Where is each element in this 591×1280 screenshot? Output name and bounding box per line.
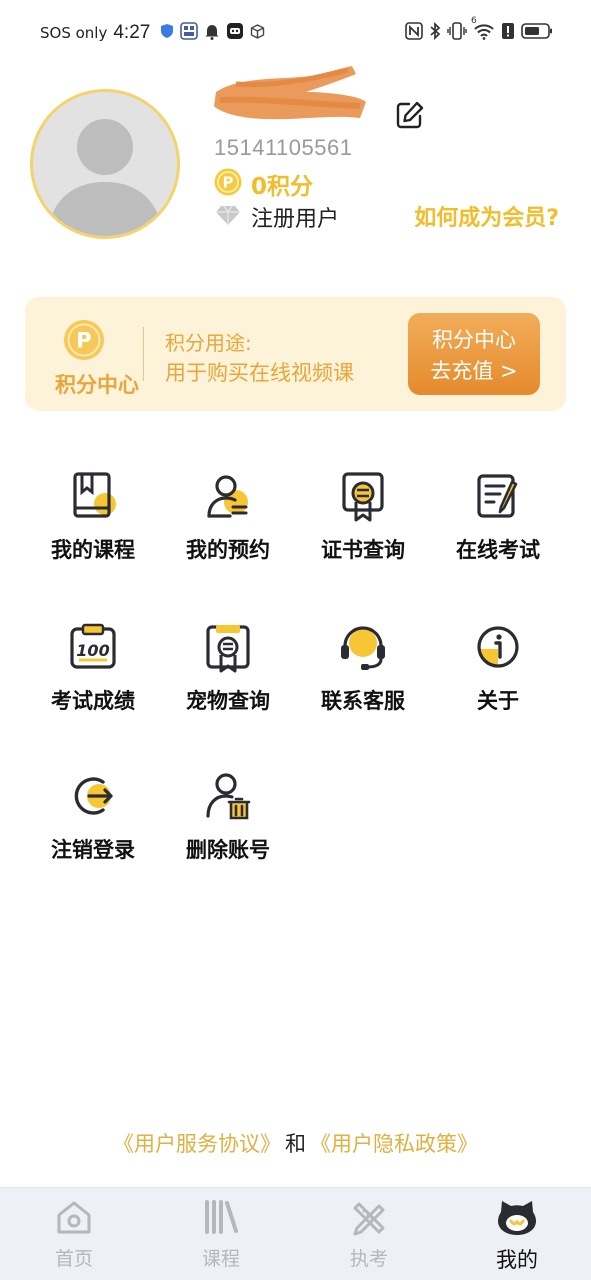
diamond-icon <box>215 204 241 230</box>
coin-icon: P <box>213 167 243 201</box>
menu-my-courses[interactable]: 我的课程 <box>28 470 158 590</box>
recharge-button-line1: 积分中心 <box>432 328 516 352</box>
menu-label: 考试成绩 <box>51 689 135 713</box>
points-center-icon[interactable]: P <box>62 318 106 366</box>
headset-icon <box>335 621 391 677</box>
books-icon <box>205 1200 238 1234</box>
wifi-badge: 6 <box>471 16 477 26</box>
box-icon <box>250 23 265 43</box>
card-divider <box>143 327 144 381</box>
menu-label: 宠物查询 <box>186 689 270 713</box>
nav-label: 我的 <box>496 1248 538 1272</box>
how-to-become-member-link[interactable]: 如何成为会员? <box>414 200 559 232</box>
bell-icon <box>204 23 220 44</box>
menu-label: 联系客服 <box>321 689 405 713</box>
app-icon <box>180 22 199 44</box>
battery-icon <box>521 22 553 44</box>
nav-label: 执考 <box>349 1248 388 1270</box>
menu-about[interactable]: 关于 <box>433 621 563 741</box>
member-level: 注册用户 <box>251 207 340 232</box>
course-book-icon <box>65 470 121 526</box>
agreement-links: 《用户服务协议》和《用户隐私政策》 <box>0 1128 591 1158</box>
points-row[interactable]: P 0积分 <box>213 167 313 201</box>
privacy-policy-link[interactable]: 《用户隐私政策》 <box>310 1132 478 1156</box>
menu-pet-search[interactable]: 宠物查询 <box>163 621 293 741</box>
logout-icon <box>65 770 121 826</box>
menu-my-appointments[interactable]: 我的预约 <box>163 470 293 590</box>
menu-certificate-search[interactable]: 证书查询 <box>298 470 428 590</box>
bottom-nav: 首页 课程 执考 我的 <box>0 1187 591 1280</box>
carrier-text: SOS only <box>40 24 108 42</box>
phone-number: 15141105561 <box>214 135 353 160</box>
menu-label: 证书查询 <box>321 538 405 562</box>
points-letter: P <box>76 329 91 353</box>
bluetooth-icon <box>429 21 441 44</box>
alert-icon <box>501 22 515 44</box>
nav-label: 课程 <box>201 1248 240 1270</box>
menu-label: 删除账号 <box>186 838 270 862</box>
menu-contact-support[interactable]: 联系客服 <box>298 621 428 741</box>
points-value: 0积分 <box>251 174 314 200</box>
online-exam-icon <box>470 470 526 526</box>
user-service-agreement-link[interactable]: 《用户服务协议》 <box>113 1132 281 1156</box>
agreement-and: 和 <box>285 1132 306 1156</box>
nfc-icon <box>405 22 423 44</box>
nav-courses[interactable]: 课程 <box>171 1198 271 1278</box>
menu-logout[interactable]: 注销登录 <box>28 770 158 890</box>
points-center-label[interactable]: 积分中心 <box>38 369 156 399</box>
nav-label: 首页 <box>54 1248 93 1270</box>
vibrate-icon <box>447 22 467 44</box>
menu-label: 我的课程 <box>51 538 135 562</box>
menu-exam-scores[interactable]: 100 考试成绩 <box>28 621 158 741</box>
info-icon <box>470 621 526 677</box>
cat-face-icon <box>498 1201 536 1235</box>
nav-mine[interactable]: 我的 <box>467 1198 567 1278</box>
menu-label: 关于 <box>477 689 519 713</box>
menu-label: 注销登录 <box>51 838 135 862</box>
shield-icon <box>160 23 174 43</box>
robot-icon <box>226 22 244 44</box>
edit-profile-icon[interactable] <box>395 100 425 130</box>
wifi-icon: 6 <box>471 16 495 44</box>
points-center-card: P 积分中心 积分用途: 用于购买在线视频课 积分中心 去充值 > <box>25 297 566 411</box>
pencil-ruler-icon <box>353 1202 385 1236</box>
menu-delete-account[interactable]: 删除账号 <box>163 770 293 890</box>
status-bar: SOS only 4:27 6 <box>0 0 591 66</box>
svg-text:100: 100 <box>76 641 109 660</box>
certificate-icon <box>335 470 391 526</box>
default-avatar-icon <box>33 92 177 236</box>
nav-exam[interactable]: 执考 <box>319 1198 419 1278</box>
home-icon <box>57 1201 91 1234</box>
menu-label: 在线考试 <box>456 538 540 562</box>
member-level-row: 注册用户 <box>215 201 339 233</box>
menu-label: 我的预约 <box>186 538 270 562</box>
exam-score-icon: 100 <box>65 621 121 677</box>
recharge-button-line2: 去充值 > <box>430 359 518 383</box>
recharge-button[interactable]: 积分中心 去充值 > <box>408 313 540 395</box>
points-usage-description: 用于购买在线视频课 <box>165 361 354 385</box>
delete-account-icon <box>200 770 256 826</box>
appointment-user-icon <box>200 470 256 526</box>
points-usage-title: 积分用途: <box>165 331 252 355</box>
clock-time: 4:27 <box>113 22 151 43</box>
nav-home[interactable]: 首页 <box>24 1198 124 1278</box>
svg-text:P: P <box>223 174 234 192</box>
pet-certificate-icon <box>200 621 256 677</box>
avatar[interactable] <box>30 89 180 239</box>
menu-online-exam[interactable]: 在线考试 <box>433 470 563 590</box>
redacted-username <box>210 62 370 126</box>
